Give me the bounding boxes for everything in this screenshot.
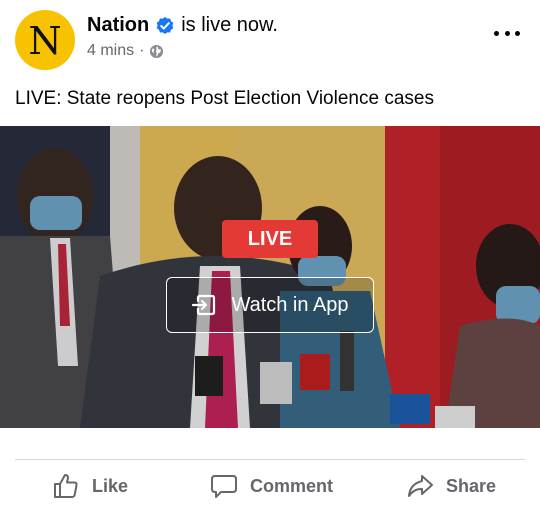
open-app-icon [191,292,217,318]
verified-badge-icon [155,16,175,36]
more-options-button[interactable] [494,22,520,44]
post-actions: Like Comment Share [0,466,540,506]
post-text: LIVE: State reopens Post Election Violen… [15,88,434,109]
author-line: Nation is live now. [87,14,278,37]
comment-bubble-icon [210,472,238,500]
post-meta: 4 mins · [87,42,164,60]
share-arrow-icon [406,472,434,500]
thumbs-up-icon [52,472,80,500]
post-time[interactable]: 4 mins [87,42,134,60]
share-label: Share [446,475,497,496]
like-label: Like [92,475,129,496]
author-name[interactable]: Nation [87,14,149,37]
live-status-text: is live now. [181,14,278,36]
more-dot-icon [504,30,510,36]
share-button[interactable]: Share [406,466,496,506]
post-header: N Nation is live now. 4 mins · [0,0,540,80]
live-video[interactable]: LIVE Watch in App [0,126,540,428]
watch-in-app-button[interactable]: Watch in App [166,277,374,333]
avatar-letter: N [28,19,62,63]
watch-in-app-label: Watch in App [231,293,349,316]
actions-divider [15,459,525,460]
more-dot-icon [494,30,499,36]
more-dot-icon [515,30,520,36]
comment-button[interactable]: Comment [210,466,333,506]
meta-separator: · [139,42,145,59]
globe-icon [149,44,164,59]
live-badge: LIVE [222,220,318,258]
comment-label: Comment [250,475,334,496]
like-button[interactable]: Like [52,466,128,506]
page-avatar[interactable]: N [15,10,75,70]
